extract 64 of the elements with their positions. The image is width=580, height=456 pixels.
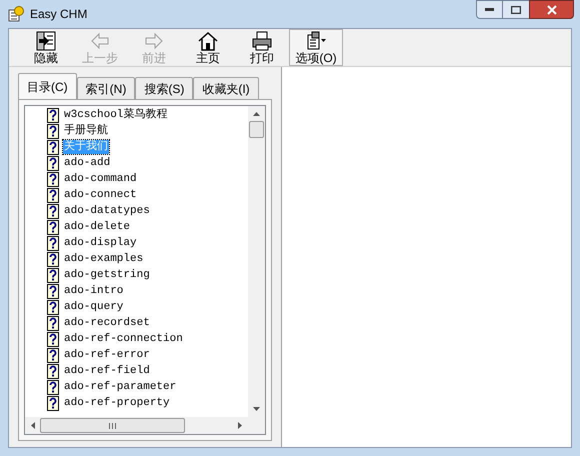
help-page-icon: [47, 316, 59, 330]
maximize-button[interactable]: [503, 0, 529, 19]
back-arrow-icon: [89, 30, 111, 50]
vertical-scrollbar[interactable]: [248, 106, 265, 417]
tree-item[interactable]: ado-delete: [63, 220, 132, 234]
help-page-icon: [47, 364, 59, 378]
help-page-icon: [47, 204, 59, 218]
minimize-icon: [485, 8, 494, 12]
help-page-icon: [47, 284, 59, 298]
scrollbar-thumb[interactable]: [249, 121, 264, 138]
help-book-icon: [8, 6, 24, 22]
window-title: Easy CHM: [30, 6, 88, 23]
home-icon: [197, 30, 219, 50]
tree-item[interactable]: ado-ref-property: [63, 396, 171, 410]
help-page-icon: [47, 380, 59, 394]
tree-item[interactable]: ado-recordset: [63, 316, 151, 330]
tab[interactable]: 索引(N): [76, 77, 136, 99]
help-page-icon: [47, 140, 59, 154]
horizontal-scrollbar[interactable]: [25, 417, 265, 434]
tree-item[interactable]: ado-ref-error: [63, 348, 151, 362]
help-page-icon: [47, 108, 59, 122]
scrollbar-thumb[interactable]: [40, 418, 185, 433]
help-page-icon: [47, 268, 59, 282]
tree-item[interactable]: ado-display: [63, 236, 138, 250]
tab[interactable]: 目录(C): [18, 73, 77, 99]
maximize-icon: [511, 6, 521, 14]
tree-item[interactable]: w3cschool菜鸟教程: [63, 108, 168, 122]
help-page-icon: [47, 156, 59, 170]
help-page-icon: [47, 236, 59, 250]
help-page-icon: [47, 220, 59, 234]
minimize-button[interactable]: [476, 0, 503, 19]
close-button[interactable]: [529, 0, 574, 19]
help-page-icon: [47, 332, 59, 346]
help-page-icon: [47, 300, 59, 314]
printer-icon: [251, 30, 273, 50]
tree-item[interactable]: ado-ref-parameter: [63, 380, 178, 394]
tab[interactable]: 收藏夹(I): [193, 77, 259, 99]
tree-item[interactable]: ado-examples: [63, 252, 144, 266]
help-page-icon: [47, 396, 59, 410]
tree-item[interactable]: ado-command: [63, 172, 138, 186]
tab[interactable]: 搜索(S): [135, 77, 194, 99]
tree-item[interactable]: ado-connect: [63, 188, 138, 202]
document-dropdown-icon: [305, 30, 327, 50]
toolbar-button[interactable]: 主页: [181, 29, 235, 66]
help-page-icon: [47, 188, 59, 202]
close-icon: [546, 4, 556, 14]
help-page-icon: [47, 348, 59, 362]
tree-item[interactable]: 手册导航: [63, 124, 109, 138]
tree-item[interactable]: ado-ref-connection: [63, 332, 184, 346]
help-page-icon: [47, 252, 59, 266]
help-page-icon: [47, 172, 59, 186]
grip-icon: [109, 422, 116, 428]
toolbar-button[interactable]: 选项(O): [289, 29, 343, 66]
forward-arrow-icon: [143, 30, 165, 50]
help-page-icon: [47, 124, 59, 138]
tree-item[interactable]: ado-ref-field: [63, 364, 151, 378]
panel-icon: [35, 30, 57, 50]
tree-item[interactable]: ado-query: [63, 300, 124, 314]
toolbar-button[interactable]: 打印: [235, 29, 289, 66]
tree-item[interactable]: ado-datatypes: [63, 204, 151, 218]
toolbar-button[interactable]: 隐藏: [19, 29, 73, 66]
tree-item[interactable]: ado-intro: [63, 284, 124, 298]
tree-item[interactable]: ado-getstring: [63, 268, 151, 282]
tree-item[interactable]: ado-add: [63, 156, 112, 170]
